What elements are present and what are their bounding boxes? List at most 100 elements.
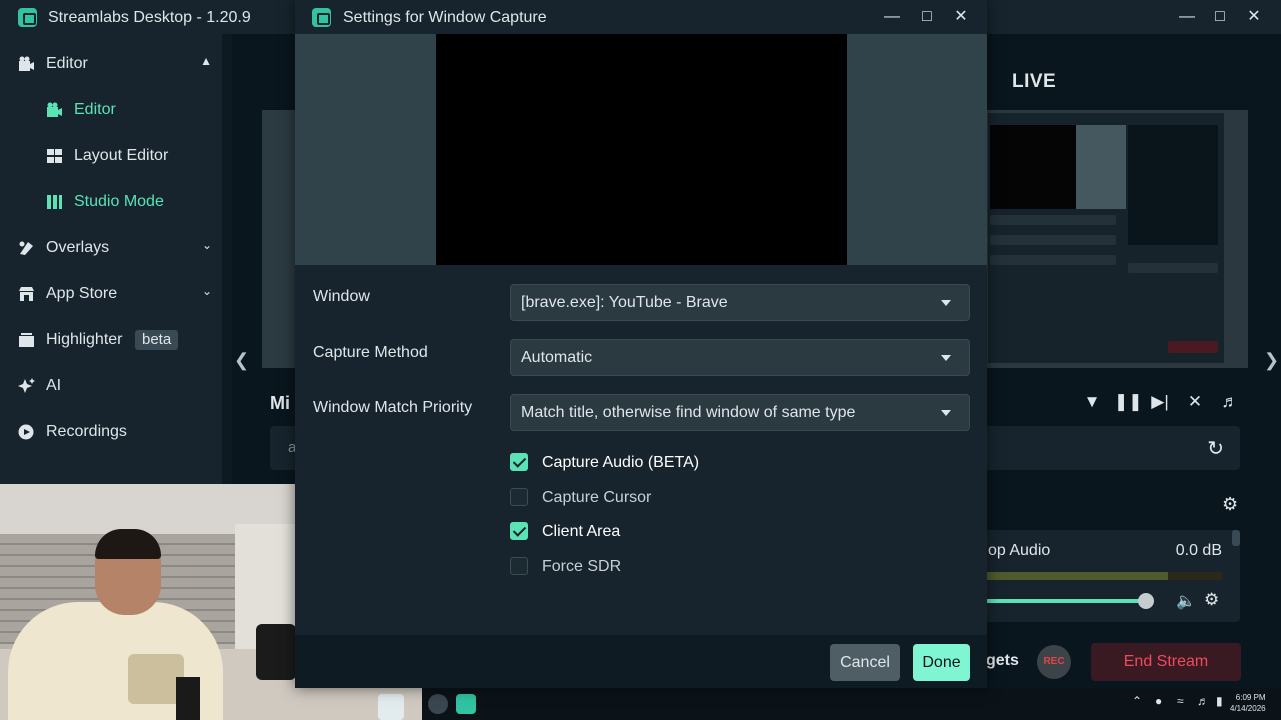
window-capture-settings-dialog: Settings for Window Capture — □ ✕ Window… <box>295 0 987 688</box>
rec-button[interactable]: REC <box>1037 645 1071 679</box>
volume-tray-icon[interactable]: ♬ <box>1197 694 1209 708</box>
caret-down-icon <box>941 410 951 416</box>
end-stream-button[interactable]: End Stream <box>1091 643 1241 681</box>
audio-mixer: op Audio 0.0 dB 🔈 ⚙ <box>986 530 1240 622</box>
sidebar-item-label: Recordings <box>46 423 127 440</box>
chevron-down-icon: ⌄ <box>201 284 212 298</box>
streamlabs-logo-icon <box>312 8 331 27</box>
done-button[interactable]: Done <box>913 644 970 681</box>
minimize-icon[interactable]: — <box>881 6 903 28</box>
dialog-titlebar: Settings for Window Capture — □ ✕ <box>295 0 987 34</box>
live-preview-row <box>990 255 1116 265</box>
chevron-right-icon[interactable]: ❯ <box>1264 350 1279 371</box>
caret-down-icon <box>941 355 951 361</box>
widgets-label: gets <box>986 652 1019 669</box>
edit-preview[interactable] <box>262 110 296 368</box>
sidebar-item-studio-mode[interactable]: Studio Mode <box>0 182 222 222</box>
window-match-priority-select[interactable]: Match title, otherwise find window of sa… <box>510 394 970 431</box>
capture-method-select[interactable]: Automatic <box>510 339 970 376</box>
studio-mode-icon <box>47 195 62 209</box>
taskbar-time: 6:09 PM <box>1235 693 1266 702</box>
tray-chevron-icon[interactable]: ⌃ <box>1132 694 1142 708</box>
sidebar-item-ai[interactable]: AI <box>0 366 222 406</box>
mixer-scrollbar[interactable] <box>1232 530 1240 546</box>
sidebar-item-editor-group[interactable]: Editor ▲ <box>0 44 222 84</box>
capture-method-label: Capture Method <box>313 344 428 361</box>
live-preview-black-area <box>990 125 1076 209</box>
dialog-title: Settings for Window Capture <box>343 9 547 26</box>
client-area-label[interactable]: Client Area <box>542 523 620 541</box>
beta-badge: beta <box>135 330 179 350</box>
client-area-checkbox[interactable] <box>510 522 528 540</box>
audio-meter-fill <box>986 572 1168 580</box>
chevron-down-icon: ⌄ <box>201 238 212 252</box>
skip-next-icon[interactable]: ▶| <box>1148 390 1172 414</box>
cancel-button[interactable]: Cancel <box>830 644 900 681</box>
sidebar-item-label: App Store <box>46 285 118 302</box>
overlays-icon <box>19 241 33 255</box>
layout-icon <box>47 149 62 163</box>
refresh-icon[interactable]: ↻ <box>1207 436 1224 461</box>
capture-cursor-label[interactable]: Capture Cursor <box>542 489 651 507</box>
sidebar-item-highlighter[interactable]: Highlighter beta <box>0 320 222 360</box>
force-sdr-label[interactable]: Force SDR <box>542 558 621 576</box>
editor-icon <box>47 102 62 117</box>
volume-icon[interactable]: ♬ <box>1218 390 1242 414</box>
sidebar-item-recordings[interactable]: Recordings <box>0 412 222 452</box>
filter-icon[interactable]: ▼ <box>1080 390 1104 414</box>
sidebar-item-label: Editor <box>46 55 88 72</box>
close-icon[interactable]: ✕ <box>950 6 972 28</box>
sidebar-item-overlays[interactable]: Overlays ⌄ <box>0 228 222 268</box>
live-preview-row <box>990 235 1116 245</box>
window-select-value: [brave.exe]: YouTube - Brave <box>521 294 728 311</box>
capture-audio-checkbox[interactable] <box>510 453 528 471</box>
preview-controls: ▼ ❚❚ ▶| ✕ ♬ <box>1080 390 1250 414</box>
chevron-left-icon[interactable]: ❮ <box>234 350 249 371</box>
audio-meter <box>986 572 1222 580</box>
pause-icon[interactable]: ❚❚ <box>1114 390 1143 414</box>
gear-icon[interactable]: ⚙ <box>1204 590 1219 610</box>
maximize-icon[interactable]: □ <box>916 6 938 28</box>
volume-slider[interactable] <box>986 599 1146 603</box>
webcam-chair <box>176 677 200 720</box>
streamlabs-app: Streamlabs Desktop - 1.20.9 — □ ✕ Editor… <box>0 0 1281 720</box>
sidebar-item-label: Layout Editor <box>74 147 169 164</box>
taskbar-date: 4/14/2026 <box>1230 704 1266 713</box>
mute-notifications-icon[interactable]: ✕ <box>1183 390 1207 414</box>
taskbar: ⌃ ● ≈ ♬ ▮ 6:09 PM 4/14/2026 <box>422 688 1281 720</box>
sidebar-item-editor[interactable]: Editor <box>0 90 222 130</box>
live-preview-row <box>990 215 1116 225</box>
sidebar-item-layout-editor[interactable]: Layout Editor <box>0 136 222 176</box>
scene-bar: ↻ <box>986 426 1240 470</box>
window-select[interactable]: [brave.exe]: YouTube - Brave <box>510 284 970 321</box>
gear-icon[interactable]: ⚙ <box>1222 494 1238 515</box>
taskbar-clock[interactable]: 6:09 PM 4/14/2026 <box>1230 692 1266 714</box>
wifi-icon[interactable]: ≈ <box>1177 694 1184 708</box>
capture-cursor-checkbox[interactable] <box>510 488 528 506</box>
sidebar-item-app-store[interactable]: App Store ⌄ <box>0 274 222 314</box>
sidebar-scrollbar[interactable] <box>222 34 232 484</box>
ai-icon <box>18 378 35 393</box>
force-sdr-checkbox[interactable] <box>510 557 528 575</box>
speaker-icon[interactable]: 🔈 <box>1176 591 1196 611</box>
taskbar-app-icon[interactable] <box>428 694 448 714</box>
volume-slider-handle[interactable] <box>1138 593 1154 609</box>
window-match-priority-value: Match title, otherwise find window of sa… <box>521 404 856 421</box>
live-preview[interactable] <box>986 110 1248 368</box>
battery-icon[interactable]: ▮ <box>1216 694 1223 708</box>
microphone-icon[interactable]: ● <box>1155 694 1162 708</box>
live-preview-panel <box>1128 125 1218 245</box>
live-preview-end-stream <box>1168 341 1218 353</box>
webcam-tires <box>256 624 296 680</box>
source-preview <box>295 34 987 265</box>
streamlabs-taskbar-icon[interactable] <box>456 694 476 714</box>
dialog-footer: Cancel Done <box>295 635 987 688</box>
capture-audio-label[interactable]: Capture Audio (BETA) <box>542 454 699 472</box>
close-icon[interactable]: ✕ <box>1243 6 1265 28</box>
maximize-icon[interactable]: □ <box>1209 6 1231 28</box>
sidebar-item-label: Highlighter <box>46 331 123 348</box>
window-label: Window <box>313 288 370 305</box>
recordings-icon <box>18 424 34 440</box>
sidebar-item-label: Studio Mode <box>74 193 164 210</box>
minimize-icon[interactable]: — <box>1176 6 1198 28</box>
